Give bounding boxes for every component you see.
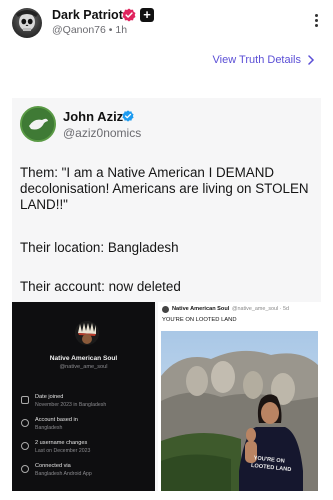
at-sign-icon <box>21 442 29 450</box>
view-truth-details-link[interactable]: View Truth Details <box>213 54 315 66</box>
profile-row-label: Account based in <box>35 417 78 423</box>
embed-text-quote: Them: "I am a Native American I DEMAND d… <box>20 165 309 212</box>
profile-row-value: Bangladesh <box>35 425 63 431</box>
embed-avatar <box>20 106 56 142</box>
globe-icon <box>21 465 29 473</box>
headdress-avatar <box>75 321 99 345</box>
post-header: Dark Patriot + @Qanon76 • 1h <box>0 0 333 42</box>
profile-row-value: Bangladesh Android App <box>35 471 92 477</box>
photo-post-text: YOU'RE ON LOOTED LAND <box>162 317 237 323</box>
photo-illustration: YOU'RE ON LOOTED LAND <box>161 331 318 491</box>
profile-name: Native American Soul <box>49 355 118 362</box>
location-pin-icon <box>21 419 29 427</box>
profile-row-value: Last on December 2023 <box>35 448 91 454</box>
embed-name: John Aziz <box>63 109 124 124</box>
embedded-image-card[interactable]: John Aziz @aziz0nomics Them: "I am a Nat… <box>12 98 321 491</box>
chevron-right-icon <box>308 55 315 65</box>
profile-row-label: 2 username changes <box>35 440 88 446</box>
embed-text-account: Their account: now deleted <box>20 279 181 294</box>
verified-badge-icon <box>122 110 134 122</box>
photo-post-avatar <box>162 306 169 313</box>
profile-handle: @native_ame_soul <box>59 364 108 370</box>
verified-badge-icon <box>122 8 136 22</box>
photo-post-screenshot: Native American Soul @native_ame_soul · … <box>158 302 321 491</box>
profile-screenshot: Native American Soul @native_ame_soul Da… <box>12 302 155 491</box>
embed-handle: @aziz0nomics <box>63 126 142 140</box>
skull-avatar-icon <box>16 10 38 31</box>
photo-post-name: Native American Soul <box>172 306 230 312</box>
plus-badge-icon: + <box>140 8 154 22</box>
dove-icon <box>22 108 54 140</box>
author-avatar[interactable] <box>12 8 42 38</box>
profile-row-label: Connected via <box>35 463 71 469</box>
author-handle: @Qanon76 • 1h <box>52 24 128 36</box>
profile-row-value: November 2023 in Bangladesh <box>35 402 107 408</box>
view-truth-details-label: View Truth Details <box>212 54 301 66</box>
author-name[interactable]: Dark Patriot <box>52 8 123 22</box>
profile-row-label: Date joined <box>35 394 64 400</box>
more-options-icon[interactable] <box>315 14 319 28</box>
photo-post-header: Native American Soul @native_ame_soul · … <box>162 305 320 315</box>
calendar-icon <box>21 396 29 404</box>
embed-text-location: Their location: Bangladesh <box>20 240 179 255</box>
headdress-icon <box>75 321 99 345</box>
mount-rushmore-photo: YOU'RE ON LOOTED LAND <box>161 331 318 491</box>
photo-post-handle: @native_ame_soul · 5d <box>232 306 290 312</box>
